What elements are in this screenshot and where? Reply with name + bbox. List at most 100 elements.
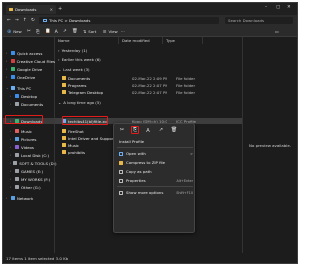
column-header-type[interactable]: Type — [163, 37, 203, 44]
share-icon[interactable]: ↗ — [63, 29, 67, 34]
file-row[interactable]: Programs 02-Mar-22 2:07 PM File folder — [55, 82, 242, 88]
computer-icon — [11, 86, 15, 90]
address-bar[interactable]: This PC > Downloads — [39, 17, 219, 24]
file-row[interactable]: Documents 02-Mar-22 2:09 PM File folder — [55, 75, 242, 81]
chevron-right-icon: › — [10, 119, 12, 123]
column-header-name[interactable]: Name — [55, 37, 119, 44]
sidebar-item-drive-e[interactable]: › GAMES (E:) — [3, 168, 55, 174]
view-button[interactable]: ☰ View — [103, 29, 118, 34]
chevron-right-icon: › — [10, 153, 12, 157]
search-input[interactable]: Search Downloads — [225, 17, 293, 24]
sort-button[interactable]: ⇅ Sort — [83, 29, 96, 34]
menu-item-copy-as-path[interactable]: Copy as path — [114, 168, 196, 175]
tab-downloads[interactable]: Downloads ✕ — [6, 5, 56, 14]
sidebar-item-downloads[interactable]: › Downloads — [3, 118, 55, 124]
group-header[interactable]: › Earlier this week (6) — [58, 57, 101, 62]
preview-pane: No preview available. — [242, 37, 297, 253]
menu-item-open-with[interactable]: Open with > — [114, 150, 196, 157]
refresh-button[interactable]: ↻ — [31, 18, 35, 23]
pictures-icon — [15, 137, 19, 141]
chevron-right-icon: › — [10, 177, 12, 181]
address-row: ← → ↑ ↻ This PC > Downloads Search Downl… — [3, 15, 297, 26]
minimize-button[interactable]: – — [265, 5, 267, 10]
sidebar-item-music[interactable]: › Music — [3, 128, 55, 134]
computer-icon — [43, 19, 47, 22]
sidebar-item-drive-g[interactable]: › Other (G:) — [3, 184, 55, 190]
details-pane-button[interactable]: ▭ — [275, 29, 279, 34]
sidebar-item-this-pc[interactable]: ⌄ This PC — [3, 85, 55, 91]
close-window-button[interactable]: ✕ — [287, 5, 291, 10]
rename-button[interactable]: Ａ — [144, 126, 152, 134]
copy-icon: ⎘ — [132, 127, 137, 133]
share-button[interactable]: ↗ — [157, 126, 165, 134]
sidebar-item-drive-d[interactable]: › SOFT & TOOLS (D:) — [3, 160, 57, 166]
sidebar-item-label: OneDrive — [17, 74, 36, 80]
folder-icon — [62, 76, 66, 80]
document-icon — [15, 102, 19, 106]
sidebar-item-network[interactable]: › Network — [3, 195, 55, 201]
title-bar: Downloads ✕ + – ▢ ✕ — [3, 3, 297, 15]
new-tab-button[interactable]: + — [58, 6, 62, 12]
sidebar-item-documents[interactable]: › Documents — [3, 101, 55, 107]
sidebar-item-creative-cloud[interactable]: › Creative Cloud Files — [3, 58, 55, 64]
file-row[interactable]: Telegram Desktop 02-Mar-22 2:07 PM File fo… — [55, 89, 242, 95]
forward-button[interactable]: → — [15, 18, 19, 23]
sidebar-item-onedrive[interactable]: › OneDrive — [3, 74, 55, 80]
menu-item-label: Compress to ZIP file — [126, 160, 166, 165]
copy-button[interactable]: ⎘ — [131, 126, 139, 134]
sidebar-item-drive-f[interactable]: › MY WORKS (F:) — [3, 176, 55, 182]
menu-item-label: Properties — [126, 178, 146, 183]
paste-icon[interactable]: 📋 — [45, 29, 51, 34]
more-options-icon[interactable]: ··· — [121, 29, 125, 34]
menu-item-properties[interactable]: Properties Alt+Enter — [114, 177, 196, 184]
context-menu: ✂ ⎘ Ａ ↗ 🗑 Install Profile Open with > Com… — [113, 123, 195, 233]
menu-item-compress-zip[interactable]: Compress to ZIP file — [114, 159, 196, 166]
sidebar-item-pictures[interactable]: › Pictures — [3, 136, 55, 142]
sidebar-item-videos[interactable]: › Videos — [3, 144, 55, 150]
file-type: File folder — [176, 89, 196, 95]
file-explorer-window: Downloads ✕ + – ▢ ✕ ← → ↑ ↻ This PC > Do… — [2, 2, 298, 264]
chevron-right-icon: › — [10, 129, 12, 133]
cut-icon[interactable]: ✂ — [27, 29, 31, 34]
chevron-down-icon: ⌄ — [58, 100, 62, 105]
breadcrumb: This PC > Downloads — [49, 18, 91, 23]
menu-item-install-profile[interactable]: Install Profile — [114, 138, 196, 145]
cut-button[interactable]: ✂ — [118, 126, 126, 134]
column-header-date[interactable]: Date modified — [119, 37, 163, 44]
more-options-icon — [119, 190, 123, 195]
sidebar-item-local-disk-c[interactable]: › Local Disk (C:) — [3, 152, 55, 158]
sidebar-item-label: Other (G:) — [21, 184, 41, 190]
file-name: techibs41(bl)fitle.zo — [68, 118, 107, 124]
sidebar-item-google-drive[interactable]: › Google Drive — [3, 66, 55, 72]
menu-item-label: Copy as path — [126, 169, 152, 174]
sidebar-item-quick-access[interactable]: › Quick access — [3, 50, 55, 56]
group-header[interactable]: › Yesterday (1) — [58, 48, 87, 53]
status-text: 17 items 1 item selected 3.0 Kb — [6, 255, 69, 261]
delete-button[interactable]: 🗑 — [170, 126, 178, 134]
sidebar-item-label: Quick access — [17, 50, 43, 56]
rename-icon[interactable]: Ａ — [54, 29, 59, 35]
status-bar: 17 items 1 item selected 3.0 Kb — [3, 253, 297, 263]
close-tab-icon[interactable]: ✕ — [50, 7, 53, 12]
folder-icon — [62, 136, 66, 140]
menu-item-show-more-options[interactable]: Show more options Shift+F10 — [114, 189, 196, 196]
copy-icon[interactable]: ⎘ — [36, 29, 40, 35]
group-header[interactable]: ⌄ A long time ago (5) — [58, 100, 101, 105]
maximize-button[interactable]: ▢ — [276, 5, 280, 10]
column-type-label: Type — [166, 38, 175, 43]
file-name: FireShot — [68, 128, 84, 134]
group-header[interactable]: ⌄ Last week (3) — [58, 67, 90, 72]
desktop-icon — [15, 94, 19, 98]
sidebar-item-desktop[interactable]: › Desktop — [3, 93, 55, 99]
cut-icon: ✂ — [119, 127, 125, 133]
chevron-right-icon: › — [58, 57, 60, 62]
drive-icon — [15, 177, 19, 181]
menu-divider — [117, 186, 193, 187]
delete-icon[interactable]: 🗑 — [72, 29, 78, 34]
sort-label: Sort — [88, 28, 97, 34]
download-icon — [15, 119, 19, 123]
new-button[interactable]: ⊕ New — [7, 29, 22, 35]
new-label: New — [13, 29, 22, 34]
up-button[interactable]: ↑ — [23, 18, 27, 23]
back-button[interactable]: ← — [7, 18, 11, 23]
